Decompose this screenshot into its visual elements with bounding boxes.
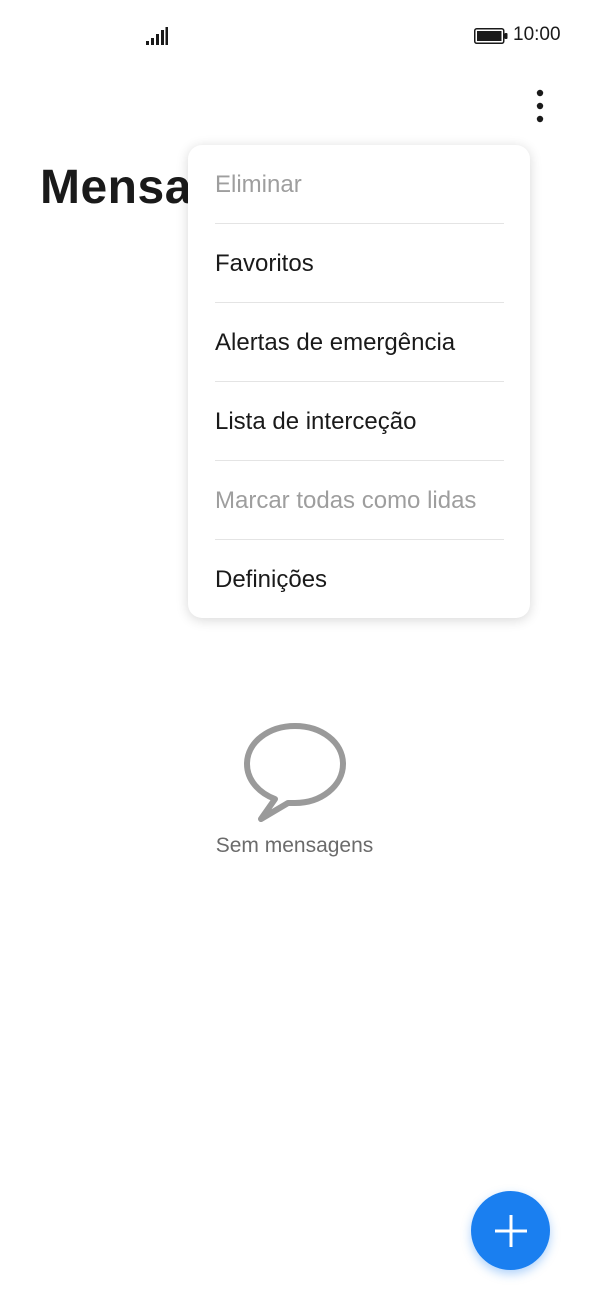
menu-item-block-list[interactable]: Lista de interceção	[215, 382, 504, 461]
status-bar: 10:00	[0, 0, 589, 72]
menu-item-mark-all-read[interactable]: Marcar todas como lidas	[215, 461, 504, 540]
plus-icon	[494, 1214, 527, 1247]
empty-state-text: Sem mensagens	[215, 834, 374, 857]
menu-item-settings[interactable]: Definições	[215, 540, 504, 619]
menu-item-emergency-alerts[interactable]: Alertas de emergência	[215, 303, 504, 382]
menu-item-delete[interactable]: Eliminar	[215, 145, 504, 224]
signal-icon	[146, 27, 168, 45]
menu-item-favorites[interactable]: Favoritos	[215, 224, 504, 303]
new-message-button[interactable]	[471, 1191, 550, 1270]
status-time: 10:00	[513, 24, 561, 45]
more-vertical-icon	[536, 89, 544, 123]
more-options-button[interactable]	[520, 84, 560, 128]
battery-icon	[474, 28, 508, 44]
chat-bubble-icon	[244, 723, 346, 822]
overflow-menu: Eliminar Favoritos Alertas de emergência…	[188, 145, 530, 618]
page-title: Mensa	[40, 161, 192, 214]
